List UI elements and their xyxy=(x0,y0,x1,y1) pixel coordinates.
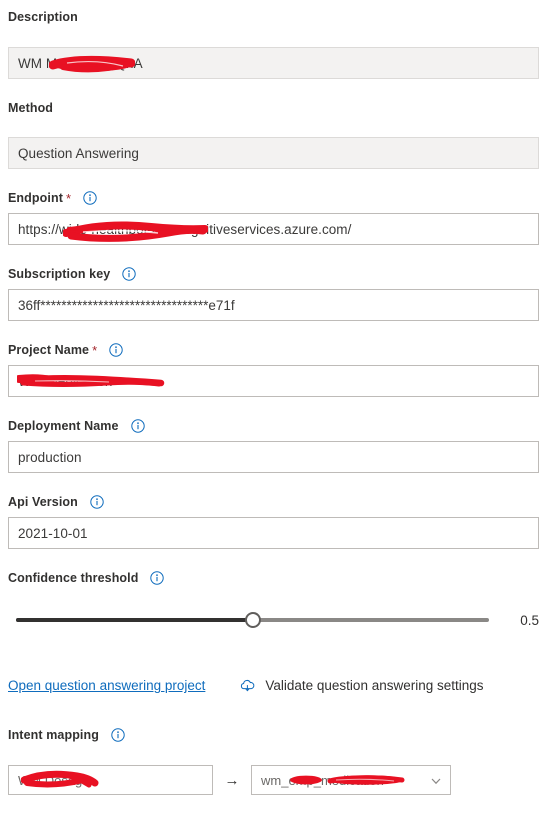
method-label-text: Method xyxy=(8,101,54,115)
subscription-key-field[interactable]: 36ff********************************e71f xyxy=(8,289,539,321)
subscription-key-label: Subscription key xyxy=(8,266,137,282)
subscription-key-value: 36ff********************************e71f xyxy=(18,297,235,313)
method-field[interactable]: Question Answering xyxy=(8,137,539,169)
confidence-threshold-slider[interactable] xyxy=(8,610,497,630)
intent-target-value: wm_emp_medication xyxy=(261,772,384,788)
info-icon[interactable] xyxy=(122,267,137,281)
confidence-threshold-label: Confidence threshold xyxy=(8,570,165,586)
info-icon[interactable] xyxy=(90,495,104,509)
endpoint-label: Endpoint * xyxy=(8,190,97,206)
required-asterisk: * xyxy=(92,343,98,358)
deployment-name-label: Deployment Name xyxy=(8,418,145,434)
cloud-sync-icon xyxy=(239,677,256,694)
api-version-label-text: Api Version xyxy=(8,495,78,509)
intent-mapping-label-text: Intent mapping xyxy=(8,728,99,742)
intent-source-field[interactable]: WM Dosage xyxy=(8,765,213,795)
intent-mapping-label: Intent mapping xyxy=(8,727,125,743)
intent-source-value: WM Dosage xyxy=(18,772,90,788)
intent-mapping-row: WM Dosage → wm_emp_medication xyxy=(8,765,451,795)
validate-settings-label: Validate question answering settings xyxy=(265,678,484,693)
endpoint-value: https://wide-healthbot-dev.cognitiveserv… xyxy=(18,221,352,237)
description-value: WM Medication QnA xyxy=(18,55,143,71)
open-question-answering-project-link[interactable]: Open question answering project xyxy=(8,678,205,693)
info-icon[interactable] xyxy=(150,571,165,585)
endpoint-field[interactable]: https://wide-healthbot-dev.cognitiveserv… xyxy=(8,213,539,245)
project-name-field[interactable]: WM-Medication xyxy=(8,365,539,397)
chevron-down-icon[interactable] xyxy=(430,774,442,786)
project-name-label-text: Project Name xyxy=(8,343,90,357)
slider-thumb[interactable] xyxy=(244,612,261,628)
description-field[interactable]: WM Medication QnA xyxy=(8,47,539,79)
endpoint-label-text: Endpoint xyxy=(8,191,63,205)
confidence-threshold-value: 0.5 xyxy=(520,612,539,628)
api-version-field[interactable]: 2021-10-01 xyxy=(8,517,539,549)
confidence-threshold-slider-row: 0.5 xyxy=(8,610,539,630)
description-label-text: Description xyxy=(8,10,78,24)
project-name-label: Project Name * xyxy=(8,342,123,358)
info-icon[interactable] xyxy=(130,419,145,433)
project-name-value: WM-Medication xyxy=(18,373,113,389)
method-value: Question Answering xyxy=(18,145,139,161)
required-asterisk: * xyxy=(65,191,72,206)
deployment-name-label-text: Deployment Name xyxy=(8,419,119,433)
api-version-label: Api Version xyxy=(8,494,104,510)
intent-target-dropdown[interactable]: wm_emp_medication xyxy=(251,765,451,795)
info-icon[interactable] xyxy=(109,343,123,357)
info-icon[interactable] xyxy=(111,728,125,742)
method-label: Method xyxy=(8,100,53,116)
subscription-key-label-text: Subscription key xyxy=(8,267,111,281)
deployment-name-field[interactable]: production xyxy=(8,441,539,473)
actions-row: Open question answering project Validate… xyxy=(8,677,484,694)
info-icon[interactable] xyxy=(83,191,97,205)
intent-mapping-arrow: → xyxy=(224,771,240,789)
confidence-threshold-label-text: Confidence threshold xyxy=(8,571,139,585)
deployment-name-value: production xyxy=(18,449,82,465)
description-label: Description xyxy=(8,9,78,25)
validate-settings-button[interactable]: Validate question answering settings xyxy=(239,677,484,694)
slider-track-active xyxy=(16,618,253,622)
api-version-value: 2021-10-01 xyxy=(18,525,88,541)
